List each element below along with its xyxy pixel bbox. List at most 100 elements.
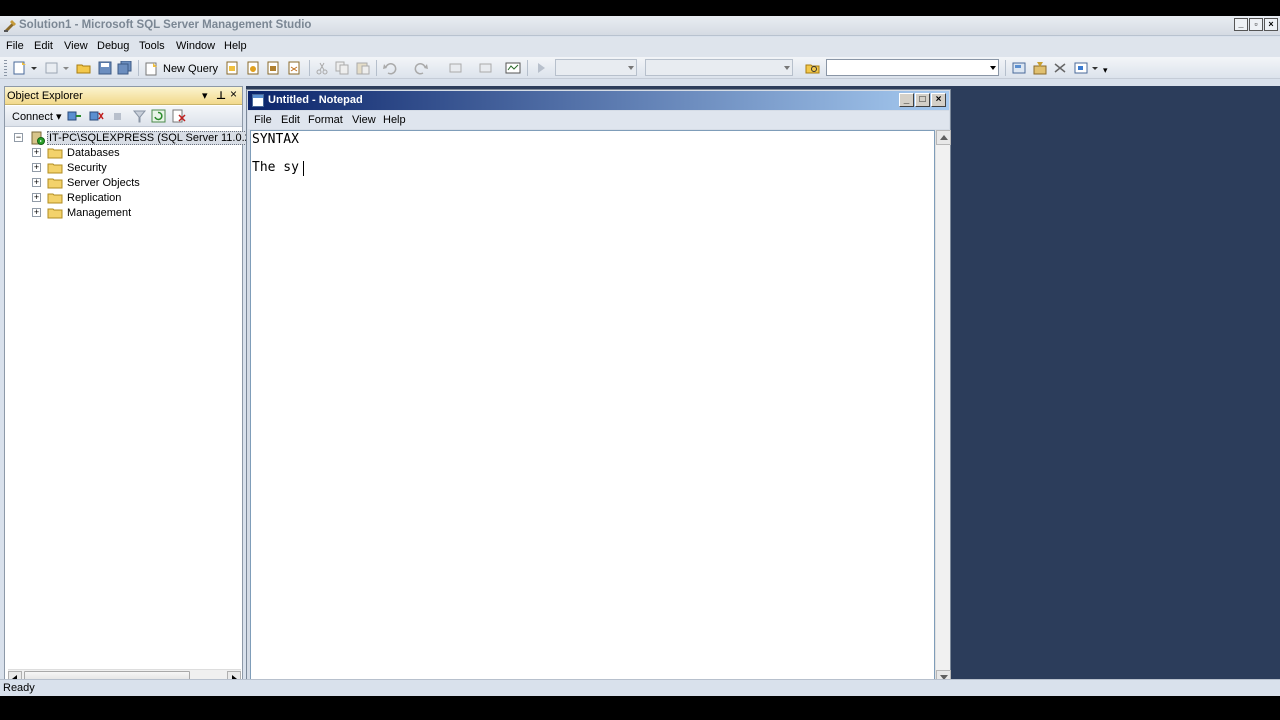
- copy-icon[interactable]: [334, 61, 350, 75]
- close-panel-icon[interactable]: ×: [230, 87, 237, 101]
- activity-monitor-icon[interactable]: [505, 61, 521, 75]
- status-bar: Ready: [0, 679, 1280, 696]
- undo-icon[interactable]: [382, 61, 398, 75]
- refresh-icon[interactable]: [151, 109, 166, 123]
- notepad-minimize-button[interactable]: _: [899, 93, 914, 107]
- menu-file[interactable]: File: [6, 40, 24, 52]
- notepad-maximize-button[interactable]: □: [915, 93, 930, 107]
- navigate-forward-icon[interactable]: [478, 61, 494, 75]
- menu-debug[interactable]: Debug: [97, 40, 129, 52]
- notepad-window-controls: _ □ ×: [899, 93, 946, 107]
- registered-servers-icon[interactable]: [1011, 61, 1027, 75]
- open-file-icon[interactable]: [76, 61, 92, 75]
- toolbox-icon[interactable]: [1052, 61, 1068, 75]
- tree-node-label: Server Objects: [67, 176, 140, 189]
- cut-icon[interactable]: [314, 61, 330, 75]
- notepad-menu-view[interactable]: View: [352, 114, 376, 126]
- folder-icon: [47, 148, 63, 158]
- dmx-query-icon[interactable]: [265, 61, 281, 75]
- chevron-down-icon: [990, 66, 996, 70]
- ssms-title-bar[interactable]: Solution1 - Microsoft SQL Server Managem…: [0, 16, 1280, 36]
- connect-button[interactable]: Connect ▾: [12, 110, 62, 123]
- folder-icon: [47, 178, 63, 188]
- menu-window[interactable]: Window: [176, 40, 215, 52]
- pushpin-icon[interactable]: ⊥: [216, 89, 226, 102]
- database-engine-query-icon[interactable]: [224, 61, 240, 75]
- navigate-back-icon[interactable]: [448, 61, 464, 75]
- expand-icon[interactable]: +: [32, 208, 41, 217]
- scroll-up-button[interactable]: [936, 130, 951, 145]
- notepad-menu-format[interactable]: Format: [308, 114, 343, 126]
- notepad-text-area[interactable]: SYNTAX The sy: [250, 130, 935, 685]
- available-databases-dropdown[interactable]: [555, 59, 637, 76]
- notepad-title-bar[interactable]: Untitled - Notepad _ □ ×: [248, 91, 949, 110]
- server-icon: [31, 131, 45, 145]
- object-explorer-panel: Object Explorer ▾ ⊥ × Connect ▾ − IT-PC\…: [4, 86, 272, 687]
- stop-icon[interactable]: [110, 109, 125, 123]
- notepad-menu-file[interactable]: File: [254, 114, 272, 126]
- status-text: Ready: [3, 682, 35, 694]
- new-project-icon[interactable]: [12, 61, 28, 75]
- redo-icon[interactable]: [413, 61, 429, 75]
- text-line: SYNTAX: [252, 132, 299, 147]
- toolbar-grip[interactable]: [4, 60, 7, 76]
- notepad-menu-edit[interactable]: Edit: [281, 114, 300, 126]
- expand-icon[interactable]: +: [32, 178, 41, 187]
- object-explorer-icon[interactable]: [1073, 61, 1089, 75]
- find-icon[interactable]: [805, 61, 821, 75]
- menu-edit[interactable]: Edit: [34, 40, 53, 52]
- notepad-vertical-scrollbar[interactable]: [935, 130, 951, 685]
- main-menu-bar: File Edit View Debug Tools Window Help: [0, 37, 1280, 57]
- object-explorer-title-bar[interactable]: Object Explorer ▾ ⊥ ×: [5, 87, 242, 105]
- text-line: The sy: [252, 160, 299, 175]
- add-item-icon[interactable]: [44, 61, 60, 75]
- toolbar-separator: [138, 60, 139, 76]
- object-explorer-title: Object Explorer: [7, 90, 83, 102]
- menu-tools[interactable]: Tools: [139, 40, 165, 52]
- solution-configurations-dropdown[interactable]: [645, 59, 793, 76]
- tree-node-server[interactable]: − IT-PC\SQLEXPRESS (SQL Server 11.0.2100: [14, 130, 272, 145]
- folder-icon: [47, 193, 63, 203]
- standard-toolbar: New Query ▾: [0, 57, 1280, 79]
- notepad-close-button[interactable]: ×: [931, 93, 946, 107]
- collapse-icon[interactable]: −: [14, 133, 23, 142]
- tree-node-server-objects[interactable]: + Server Objects: [32, 175, 140, 190]
- close-button[interactable]: ×: [1264, 18, 1278, 31]
- analysis-query-icon[interactable]: [245, 61, 261, 75]
- xmla-query-icon[interactable]: [286, 61, 302, 75]
- activity-monitor-oe-icon[interactable]: [171, 109, 186, 123]
- new-project-dropdown-icon[interactable]: [31, 67, 37, 70]
- minimize-button[interactable]: _: [1234, 18, 1248, 31]
- find-combo-box[interactable]: [826, 59, 999, 76]
- expand-icon[interactable]: +: [32, 163, 41, 172]
- toolbar-overflow-icon[interactable]: ▾: [1103, 65, 1108, 76]
- tree-node-security[interactable]: + Security: [32, 160, 107, 175]
- tree-node-databases[interactable]: + Databases: [32, 145, 120, 160]
- paste-icon[interactable]: [355, 61, 371, 75]
- tree-node-management[interactable]: + Management: [32, 205, 131, 220]
- execute-icon[interactable]: [533, 61, 549, 75]
- object-explorer-toolbar: Connect ▾: [5, 106, 242, 127]
- expand-icon[interactable]: +: [32, 148, 41, 157]
- restore-button[interactable]: ▫: [1249, 18, 1263, 31]
- tree-node-label: Replication: [67, 191, 122, 204]
- view-dropdown-icon[interactable]: [1092, 67, 1098, 70]
- folder-icon: [47, 163, 63, 173]
- add-item-dropdown-icon[interactable]: [63, 67, 69, 70]
- chevron-down-icon: [784, 66, 790, 70]
- window-position-icon[interactable]: ▾: [202, 89, 208, 102]
- filter-icon[interactable]: [132, 109, 147, 123]
- save-all-icon[interactable]: [117, 61, 133, 75]
- tree-node-replication[interactable]: + Replication: [32, 190, 121, 205]
- properties-icon[interactable]: [1032, 61, 1048, 75]
- tree-node-label: Security: [67, 161, 107, 174]
- disconnect-icon[interactable]: [89, 109, 104, 123]
- notepad-menu-help[interactable]: Help: [383, 114, 406, 126]
- connect-object-explorer-icon[interactable]: [67, 109, 82, 123]
- save-icon[interactable]: [97, 61, 113, 75]
- menu-view[interactable]: View: [64, 40, 88, 52]
- menu-help[interactable]: Help: [224, 40, 247, 52]
- new-query-button[interactable]: New Query: [144, 60, 218, 77]
- toolbar-separator: [309, 60, 310, 76]
- expand-icon[interactable]: +: [32, 193, 41, 202]
